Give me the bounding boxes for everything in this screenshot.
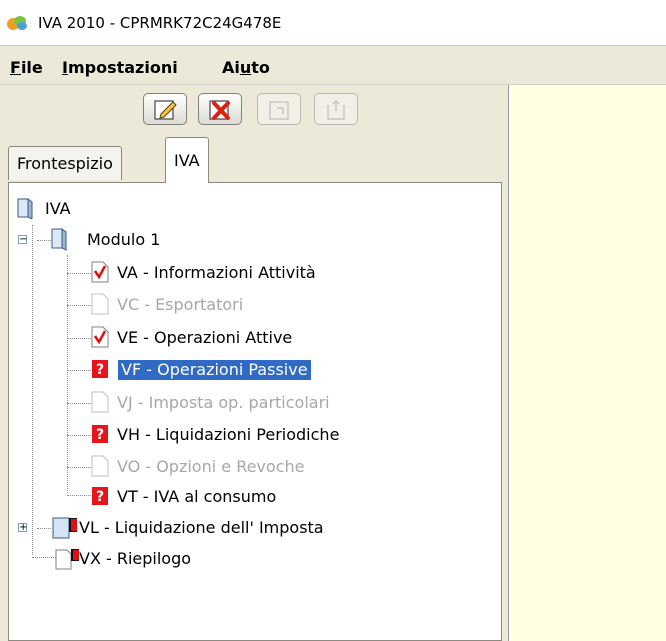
svg-text:?: ? [96, 362, 104, 378]
menu-bar: File Impostazioni Aiuto [0, 50, 666, 85]
tree-panel: IVA − Modulo 1 VA - Informazioni Attivit… [8, 182, 502, 641]
tree-node-label: Modulo 1 [87, 230, 161, 249]
tree-item[interactable]: VA - Informazioni Attività [91, 261, 491, 285]
blank-doc-icon [91, 455, 109, 477]
tree-item[interactable]: ? VT - IVA al consumo [91, 485, 491, 509]
page-button[interactable] [257, 93, 301, 125]
tree-line [67, 338, 91, 339]
tree-line [67, 305, 91, 306]
tree-item-label: VF - Operazioni Passive [118, 360, 311, 380]
svg-text:?: ? [96, 427, 104, 443]
section-doc-icon [55, 549, 79, 570]
tree-item[interactable]: VE - Operazioni Attive [91, 326, 491, 350]
tree-line [32, 225, 33, 555]
tree-item-label: VE - Operazioni Attive [117, 328, 293, 347]
page-up-icon [327, 100, 345, 120]
tree-item-label: VJ - Imposta op. particolari [117, 393, 330, 412]
tree-line [32, 557, 56, 558]
menu-file[interactable]: File [10, 58, 43, 77]
tree-item[interactable]: ? VF - Operazioni Passive [91, 358, 491, 382]
svg-text:?: ? [96, 489, 104, 505]
tree-item-label: VO - Opzioni e Revoche [117, 457, 305, 476]
title-bar: IVA 2010 - CPRMRK72C24G478E [0, 0, 666, 46]
question-icon: ? [92, 425, 108, 443]
tree-line [67, 255, 68, 493]
page-icon [269, 101, 289, 120]
checked-doc-icon [91, 326, 109, 348]
collapse-toggle[interactable]: − [18, 235, 27, 245]
tree-item-label: VT - IVA al consumo [117, 487, 277, 506]
tree-item[interactable]: VJ - Imposta op. particolari [91, 391, 491, 415]
tree-item[interactable]: ? VH - Liquidazioni Periodiche [91, 423, 491, 447]
blank-doc-icon [91, 391, 109, 413]
checked-doc-icon [91, 261, 109, 283]
blank-doc-icon [91, 293, 109, 315]
app-logo-icon [7, 16, 27, 30]
delete-button[interactable] [198, 93, 242, 125]
tree-section-label: VL - Liquidazione dell' Imposta [79, 518, 324, 537]
content-panel [511, 85, 666, 641]
expand-toggle[interactable]: + [18, 523, 27, 533]
menu-impostazioni[interactable]: Impostazioni [62, 58, 178, 77]
tree-item-label: VC - Esportatori [117, 295, 244, 314]
tree-line [67, 467, 91, 468]
delete-icon [209, 100, 230, 120]
tree-line [37, 528, 51, 529]
menu-aiuto[interactable]: Aiuto [222, 58, 270, 77]
tab-frontespizio[interactable]: Frontespizio [8, 146, 122, 180]
edit-icon [154, 100, 177, 120]
tree-item-label: VA - Informazioni Attività [117, 263, 316, 282]
window-title: IVA 2010 - CPRMRK72C24G478E [38, 14, 282, 32]
tree-node-label: IVA [45, 199, 71, 218]
tree-line [67, 273, 91, 274]
page-up-button[interactable] [314, 93, 358, 125]
section-book-icon [52, 517, 77, 539]
tree-node-iva[interactable]: IVA [15, 197, 215, 221]
tab-iva[interactable]: IVA [165, 137, 209, 183]
tree-section-label: VX - Riepilogo [79, 549, 192, 568]
book-icon [17, 198, 33, 219]
tree-line [67, 495, 91, 496]
question-icon: ? [92, 360, 108, 378]
edit-button[interactable] [143, 93, 187, 125]
tree-item[interactable]: VC - Esportatori [91, 293, 491, 317]
tree-line [67, 370, 91, 371]
tree-item[interactable]: VO - Opzioni e Revoche [91, 455, 491, 479]
tree-item-label: VH - Liquidazioni Periodiche [117, 425, 340, 444]
tree-node-modulo[interactable]: Modulo 1 [49, 228, 249, 252]
tree-section-vl[interactable]: VL - Liquidazione dell' Imposta [51, 516, 501, 540]
tree-line [67, 403, 91, 404]
tree-section-vx[interactable]: VX - Riepilogo [55, 547, 505, 571]
question-icon: ? [92, 487, 108, 505]
tree-line [67, 435, 91, 436]
book-icon [51, 228, 67, 251]
